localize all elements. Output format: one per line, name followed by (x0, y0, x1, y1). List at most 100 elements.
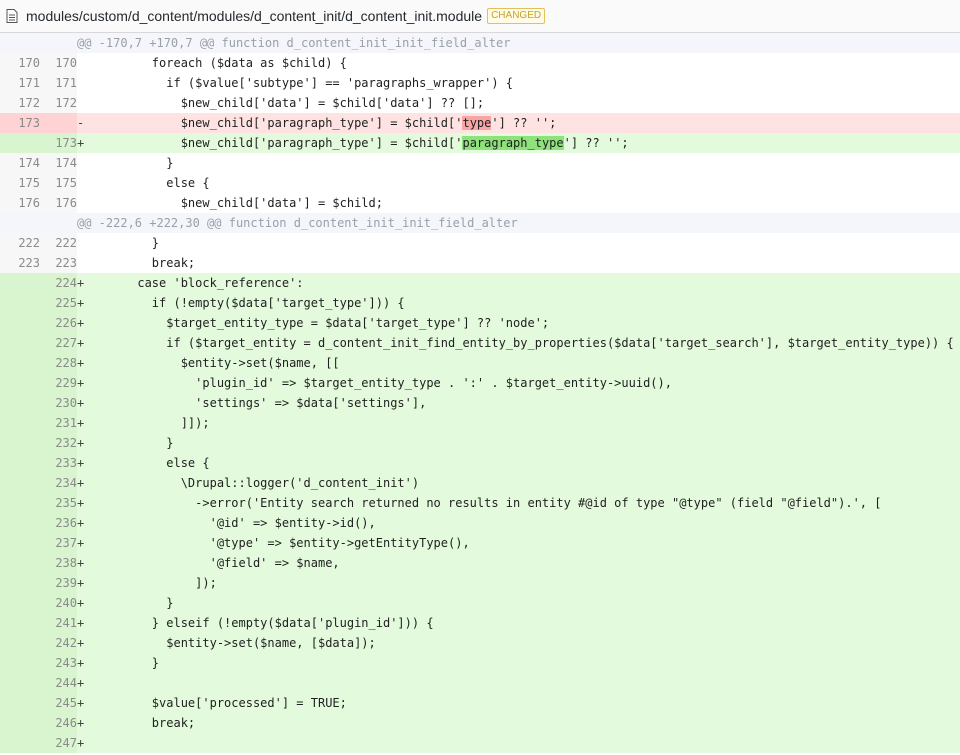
diff-sign: + (77, 393, 94, 413)
code-line: case 'block_reference': (94, 273, 960, 293)
code-line: $entity->set($name, [[ (94, 353, 960, 373)
new-line-number[interactable]: 236 (40, 513, 77, 533)
old-line-number[interactable] (0, 313, 40, 333)
diff-row-context: 170 170 foreach ($data as $child) { (0, 53, 960, 73)
diff-row-added: 235 + ->error('Entity search returned no … (0, 493, 960, 513)
new-line-number[interactable]: 240 (40, 593, 77, 613)
new-line-number[interactable]: 173 (40, 133, 77, 153)
new-line-number[interactable]: 171 (40, 73, 77, 93)
code-line: foreach ($data as $child) { (94, 53, 960, 73)
old-line-number (0, 213, 40, 233)
old-line-number[interactable] (0, 573, 40, 593)
old-line-number[interactable] (0, 673, 40, 693)
code-line: $target_entity_type = $data['target_type… (94, 313, 960, 333)
diff-row-added: 226 + $target_entity_type = $data['target… (0, 313, 960, 333)
diff-row-added: 247 + (0, 733, 960, 753)
new-line-number[interactable]: 230 (40, 393, 77, 413)
diff-sign: + (77, 413, 94, 433)
old-line-number[interactable]: 223 (0, 253, 40, 273)
old-line-number[interactable] (0, 693, 40, 713)
old-line-number[interactable] (0, 133, 40, 153)
diff-sign: + (77, 293, 94, 313)
old-line-number[interactable] (0, 733, 40, 753)
new-line-number[interactable]: 176 (40, 193, 77, 213)
code-line: else { (94, 453, 960, 473)
new-line-number[interactable]: 246 (40, 713, 77, 733)
old-line-number[interactable] (0, 333, 40, 353)
code-line: $new_child['data'] = $child['data'] ?? [… (94, 93, 960, 113)
file-path[interactable]: modules/custom/d_content/modules/d_conte… (26, 8, 482, 24)
diff-sign (77, 173, 94, 193)
new-line-number[interactable]: 237 (40, 533, 77, 553)
new-line-number[interactable]: 244 (40, 673, 77, 693)
new-line-number[interactable]: 241 (40, 613, 77, 633)
diff-sign (77, 73, 94, 93)
old-line-number[interactable] (0, 713, 40, 733)
old-line-number[interactable] (0, 533, 40, 553)
new-line-number[interactable]: 229 (40, 373, 77, 393)
old-line-number[interactable]: 174 (0, 153, 40, 173)
old-line-number[interactable]: 222 (0, 233, 40, 253)
diff-row-removed: 173 - $new_child['paragraph_type'] = $chi… (0, 113, 960, 133)
old-line-number[interactable] (0, 393, 40, 413)
old-line-number[interactable]: 171 (0, 73, 40, 93)
old-line-number[interactable]: 173 (0, 113, 40, 133)
code-line: } elseif (!empty($data['plugin_id'])) { (94, 613, 960, 633)
new-line-number[interactable]: 174 (40, 153, 77, 173)
old-line-number[interactable] (0, 633, 40, 653)
new-line-number[interactable]: 243 (40, 653, 77, 673)
diff-row-context: 172 172 $new_child['data'] = $child['data… (0, 93, 960, 113)
old-line-number[interactable] (0, 273, 40, 293)
code-line: } (94, 593, 960, 613)
old-line-number[interactable] (0, 473, 40, 493)
new-line-number (40, 33, 77, 53)
new-line-number[interactable] (40, 113, 77, 133)
new-line-number[interactable]: 228 (40, 353, 77, 373)
new-line-number[interactable]: 234 (40, 473, 77, 493)
new-line-number[interactable]: 175 (40, 173, 77, 193)
old-line-number[interactable] (0, 553, 40, 573)
code-line: ]); (94, 573, 960, 593)
new-line-number[interactable]: 170 (40, 53, 77, 73)
new-line-number[interactable]: 233 (40, 453, 77, 473)
code-line: 'plugin_id' => $target_entity_type . ':'… (94, 373, 960, 393)
new-line-number[interactable]: 238 (40, 553, 77, 573)
new-line-number[interactable]: 245 (40, 693, 77, 713)
old-line-number[interactable] (0, 373, 40, 393)
old-line-number[interactable] (0, 293, 40, 313)
old-line-number[interactable] (0, 593, 40, 613)
old-line-number[interactable]: 172 (0, 93, 40, 113)
new-line-number[interactable]: 225 (40, 293, 77, 313)
new-line-number[interactable]: 226 (40, 313, 77, 333)
new-line-number[interactable]: 231 (40, 413, 77, 433)
new-line-number[interactable]: 239 (40, 573, 77, 593)
new-line-number[interactable]: 222 (40, 233, 77, 253)
new-line-number[interactable]: 223 (40, 253, 77, 273)
old-line-number[interactable] (0, 433, 40, 453)
old-line-number[interactable]: 175 (0, 173, 40, 193)
old-line-number[interactable] (0, 493, 40, 513)
old-line-number[interactable]: 176 (0, 193, 40, 213)
new-line-number[interactable]: 224 (40, 273, 77, 293)
code-line: $new_child['paragraph_type'] = $child['p… (94, 133, 960, 153)
code-line (94, 733, 960, 753)
diff-sign (77, 193, 94, 213)
old-line-number[interactable]: 170 (0, 53, 40, 73)
new-line-number[interactable]: 227 (40, 333, 77, 353)
old-line-number[interactable] (0, 413, 40, 433)
old-line-number[interactable] (0, 613, 40, 633)
code-line: $value['processed'] = TRUE; (94, 693, 960, 713)
new-line-number[interactable]: 242 (40, 633, 77, 653)
code-line: if ($value['subtype'] == 'paragraphs_wra… (94, 73, 960, 93)
new-line-number[interactable]: 172 (40, 93, 77, 113)
old-line-number[interactable] (0, 453, 40, 473)
diff-row-added: 242 + $entity->set($name, [$data]); (0, 633, 960, 653)
diff-sign: + (77, 593, 94, 613)
new-line-number[interactable]: 247 (40, 733, 77, 753)
hunk-header: @@ -170,7 +170,7 @@ function d_content_i… (0, 33, 960, 53)
old-line-number[interactable] (0, 513, 40, 533)
old-line-number[interactable] (0, 653, 40, 673)
old-line-number[interactable] (0, 353, 40, 373)
new-line-number[interactable]: 232 (40, 433, 77, 453)
new-line-number[interactable]: 235 (40, 493, 77, 513)
